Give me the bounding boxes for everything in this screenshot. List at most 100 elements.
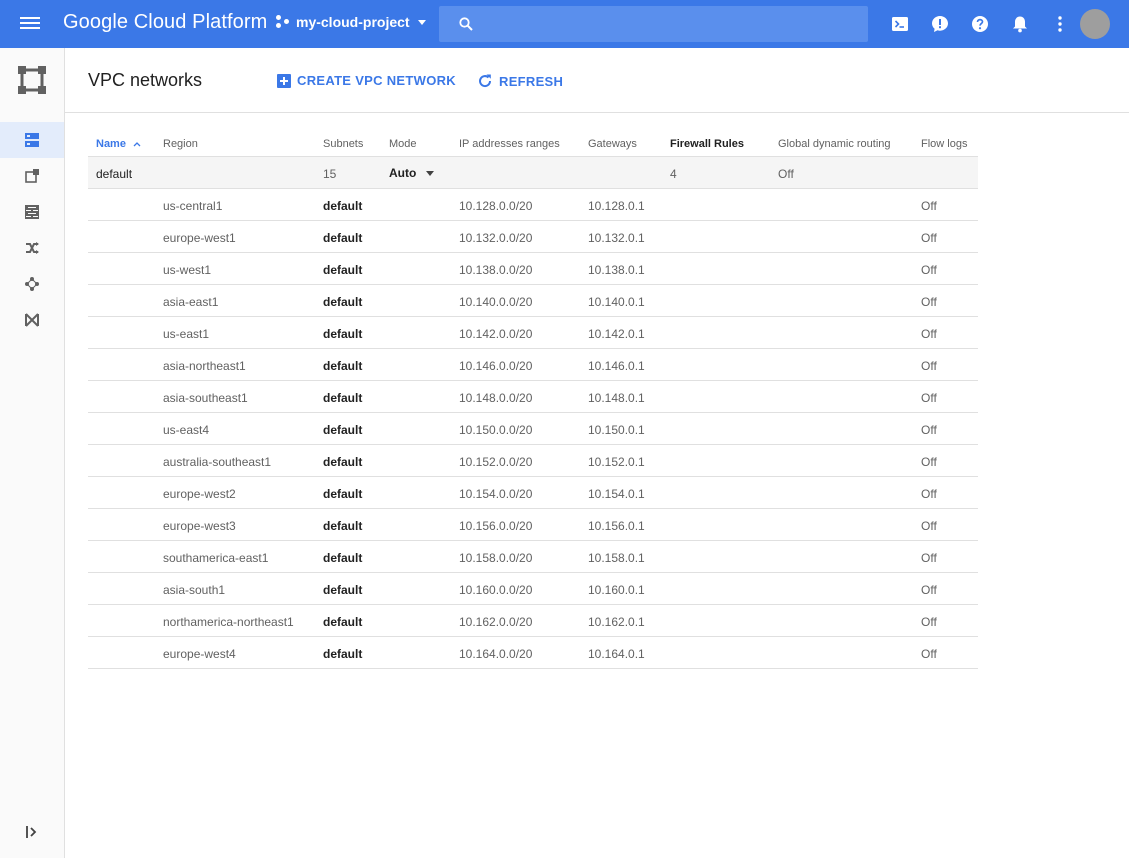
subnet-name[interactable]: default — [323, 615, 362, 629]
subnet-gateway: 10.164.0.1 — [588, 647, 645, 661]
subnet-region[interactable]: asia-south1 — [163, 583, 225, 597]
subnet-ip-range: 10.154.0.0/20 — [459, 487, 533, 501]
subnet-name[interactable]: default — [323, 423, 362, 437]
network-name[interactable]: default — [96, 167, 132, 181]
subnet-region[interactable]: asia-southeast1 — [163, 391, 248, 405]
subnet-rows: us-central1 default 10.128.0.0/20 10.128.0.… — [88, 189, 978, 669]
sidebar-item-shared-vpc[interactable] — [0, 302, 64, 338]
subnet-flow-logs: Off — [921, 583, 937, 597]
subnet-name[interactable]: default — [323, 519, 362, 533]
vpc-networks-icon — [25, 133, 39, 147]
routes-icon — [26, 242, 39, 254]
chevron-down-icon — [417, 19, 426, 25]
sidebar-item-vpc-peering[interactable] — [0, 266, 64, 302]
mode-dropdown[interactable]: Auto — [389, 166, 435, 180]
table-row: us-east4 default 10.150.0.0/20 10.150.0.1 Of… — [88, 413, 978, 445]
subnet-name[interactable]: default — [323, 583, 362, 597]
subnet-ip-range: 10.148.0.0/20 — [459, 391, 533, 405]
subnet-name[interactable]: default — [323, 295, 362, 309]
table-row: asia-east1 default 10.140.0.0/20 10.140.0.1… — [88, 285, 978, 317]
subnet-flow-logs: Off — [921, 359, 937, 373]
feedback-icon[interactable] — [930, 14, 950, 34]
subnet-flow-logs: Off — [921, 391, 937, 405]
column-header-firewall-rules[interactable]: Firewall Rules — [670, 138, 744, 150]
subnet-name[interactable]: default — [323, 327, 362, 341]
subnet-region[interactable]: us-central1 — [163, 199, 222, 213]
table-row: us-west1 default 10.138.0.0/20 10.138.0.1 Of… — [88, 253, 978, 285]
avatar[interactable] — [1080, 9, 1110, 39]
column-header-global-dynamic-routing[interactable]: Global dynamic routing — [778, 138, 891, 150]
subnet-gateway: 10.158.0.1 — [588, 551, 645, 565]
sidebar-item-external-ip[interactable] — [0, 158, 64, 194]
column-header-mode[interactable]: Mode — [389, 138, 417, 150]
subnet-name[interactable]: default — [323, 455, 362, 469]
subnet-gateway: 10.148.0.1 — [588, 391, 645, 405]
subnet-flow-logs: Off — [921, 647, 937, 661]
subnet-flow-logs: Off — [921, 615, 937, 629]
expand-sidebar-icon[interactable] — [24, 824, 40, 840]
column-header-subnets[interactable]: Subnets — [323, 138, 363, 150]
sort-ascending-icon — [133, 142, 141, 147]
brand-title[interactable]: Google Cloud Platform — [63, 11, 267, 34]
add-box-icon — [277, 73, 291, 88]
subnet-flow-logs: Off — [921, 455, 937, 469]
refresh-label: REFRESH — [499, 73, 564, 89]
network-subnet-count: 15 — [323, 167, 337, 181]
column-header-ip-ranges[interactable]: IP addresses ranges — [459, 138, 560, 150]
subnet-name[interactable]: default — [323, 551, 362, 565]
sidebar-item-vpc-networks[interactable] — [0, 122, 64, 158]
subnet-region[interactable]: us-east1 — [163, 327, 209, 341]
sidebar-item-routes[interactable] — [0, 230, 64, 266]
subnet-ip-range: 10.156.0.0/20 — [459, 519, 533, 533]
subnet-name[interactable]: default — [323, 199, 362, 213]
subnet-ip-range: 10.132.0.0/20 — [459, 231, 533, 245]
subnet-region[interactable]: europe-west3 — [163, 519, 236, 533]
subnet-region[interactable]: australia-southeast1 — [163, 455, 271, 469]
table-row: us-east1 default 10.142.0.0/20 10.142.0.1 Of… — [88, 317, 978, 349]
subnet-ip-range: 10.142.0.0/20 — [459, 327, 533, 341]
subnet-region[interactable]: southamerica-east1 — [163, 551, 268, 565]
subnet-name[interactable]: default — [323, 263, 362, 277]
page-header: VPC networks CREATE VPC NETWORK REFRESH — [65, 48, 1129, 113]
create-vpc-network-button[interactable]: CREATE VPC NETWORK — [277, 73, 456, 88]
table-row: northamerica-northeast1 default 10.162.0.0… — [88, 605, 978, 637]
subnet-region[interactable]: europe-west1 — [163, 231, 236, 245]
subnet-region[interactable]: us-east4 — [163, 423, 209, 437]
subnet-name[interactable]: default — [323, 487, 362, 501]
column-header-name[interactable]: Name — [96, 138, 141, 150]
cloud-shell-icon[interactable] — [890, 14, 910, 34]
network-row: default 15 Auto 4 Off — [88, 157, 978, 189]
search-bar[interactable] — [439, 6, 868, 42]
subnet-flow-logs: Off — [921, 551, 937, 565]
sidebar-item-firewall-rules[interactable] — [0, 194, 64, 230]
subnet-name[interactable]: default — [323, 391, 362, 405]
help-icon[interactable] — [970, 14, 990, 34]
project-icon — [276, 15, 290, 29]
subnet-region[interactable]: asia-east1 — [163, 295, 218, 309]
refresh-button[interactable]: REFRESH — [477, 73, 563, 89]
subnet-name[interactable]: default — [323, 647, 362, 661]
network-name-link[interactable]: default — [96, 167, 132, 181]
project-selector[interactable]: my-cloud-project — [276, 14, 426, 30]
search-input[interactable] — [485, 6, 855, 42]
subnet-gateway: 10.154.0.1 — [588, 487, 645, 501]
subnet-gateway: 10.146.0.1 — [588, 359, 645, 373]
subnet-region[interactable]: europe-west2 — [163, 487, 236, 501]
table-row: europe-west3 default 10.156.0.0/20 10.156.0… — [88, 509, 978, 541]
subnet-region[interactable]: northamerica-northeast1 — [163, 615, 294, 629]
subnet-region[interactable]: europe-west4 — [163, 647, 236, 661]
column-header-gateways[interactable]: Gateways — [588, 138, 637, 150]
menu-icon[interactable] — [20, 14, 44, 34]
more-vert-icon[interactable] — [1050, 14, 1070, 34]
subnet-gateway: 10.140.0.1 — [588, 295, 645, 309]
create-vpc-network-label: CREATE VPC NETWORK — [297, 73, 456, 88]
subnet-region[interactable]: asia-northeast1 — [163, 359, 246, 373]
subnet-region[interactable]: us-west1 — [163, 263, 211, 277]
subnet-ip-range: 10.160.0.0/20 — [459, 583, 533, 597]
notifications-icon[interactable] — [1010, 14, 1030, 34]
column-header-flow-logs[interactable]: Flow logs — [921, 138, 967, 150]
subnet-name[interactable]: default — [323, 231, 362, 245]
column-header-region[interactable]: Region — [163, 138, 198, 150]
subnet-name[interactable]: default — [323, 359, 362, 373]
subnet-flow-logs: Off — [921, 487, 937, 501]
